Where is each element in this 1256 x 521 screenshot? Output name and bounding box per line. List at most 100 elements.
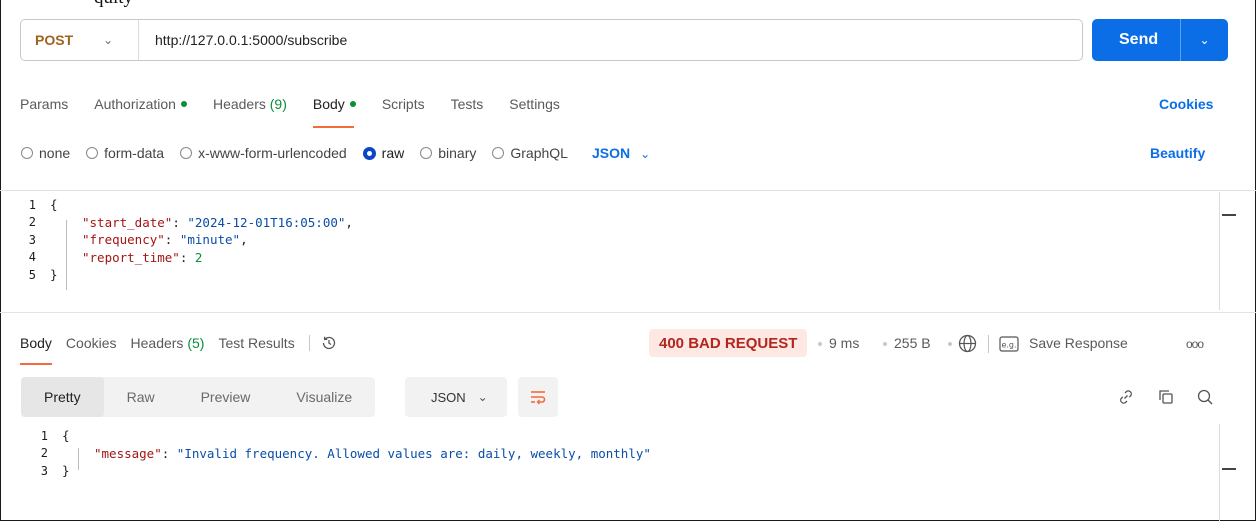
tab-settings[interactable]: Settings [509, 96, 560, 120]
method-label: POST [35, 32, 74, 48]
tab-response-body[interactable]: Body [20, 335, 52, 365]
svg-text:e.g.: e.g. [1001, 341, 1016, 350]
view-preview[interactable]: Preview [178, 377, 274, 417]
indent-guide [78, 448, 79, 470]
radio-x-www-form-urlencoded[interactable]: x-www-form-urlencoded [180, 145, 347, 161]
copy-icon[interactable] [1157, 388, 1175, 406]
radio-raw[interactable]: raw [362, 145, 404, 161]
url-bar: POST ⌄ http://127.0.0.1:5000/subscribe [20, 19, 1083, 61]
send-button[interactable]: Send ⌄ [1092, 19, 1228, 61]
chevron-down-icon: ⌄ [477, 390, 488, 404]
tab-scripts[interactable]: Scripts [382, 96, 425, 120]
json-key: "report_time" [82, 249, 180, 265]
globe-icon[interactable] [958, 334, 977, 353]
body-type-selector: none form-data x-www-form-urlencoded raw… [21, 145, 650, 161]
tab-tests[interactable]: Tests [451, 96, 484, 120]
json-sep: : [172, 214, 188, 230]
tab-test-results[interactable]: Test Results [218, 335, 294, 351]
radio-icon [492, 147, 505, 159]
json-value: "Invalid frequency. Allowed values are: … [176, 445, 651, 461]
radio-graphql[interactable]: GraphQL [492, 145, 568, 161]
view-visualize[interactable]: Visualize [273, 377, 375, 417]
tab-authorization[interactable]: Authorization [94, 96, 187, 120]
radio-icon [420, 147, 433, 159]
json-number: 2 [194, 249, 203, 265]
json-tail: , [240, 232, 248, 248]
tab-body[interactable]: Body [312, 96, 356, 128]
response-format-select[interactable]: JSON ⌄ [405, 377, 507, 417]
code-line: 1{ [32, 427, 651, 445]
divider [0, 312, 1256, 313]
response-size[interactable]: 255 B [894, 335, 931, 351]
more-options-icon[interactable]: ooo [1186, 337, 1204, 351]
code-line: 4 "report_time": 2 [20, 249, 353, 267]
method-select[interactable]: POST ⌄ [21, 20, 139, 60]
response-body-viewer[interactable]: 1{ 2 "message": "Invalid frequency. Allow… [32, 427, 651, 480]
radio-selected-icon [362, 146, 376, 160]
tab-label: Params [20, 96, 69, 112]
status-dot-icon [349, 101, 356, 107]
search-icon[interactable] [1196, 388, 1214, 406]
divider [0, 190, 1256, 191]
tab-response-headers[interactable]: Headers (5) [131, 335, 205, 351]
radio-label: x-www-form-urlencoded [198, 145, 347, 161]
response-time[interactable]: 9 ms [829, 335, 859, 351]
view-pretty[interactable]: Pretty [21, 377, 104, 417]
scroll-marker [1222, 214, 1236, 216]
meta-separator [883, 342, 887, 346]
tab-headers[interactable]: Headers (9) [213, 96, 287, 120]
code-line: 3} [32, 462, 651, 480]
language-label: JSON [591, 145, 631, 161]
tab-params[interactable]: Params [20, 96, 68, 120]
radio-label: none [39, 145, 71, 161]
request-body-editor[interactable]: 1{ 2 "start_date": "2024-12-01T16:05:00",… [20, 196, 353, 284]
json-sep: : [164, 232, 180, 248]
code-text: { [50, 197, 58, 213]
code-line: 1{ [20, 196, 353, 214]
url-input[interactable]: http://127.0.0.1:5000/subscribe [139, 32, 347, 48]
response-tabs: Body Cookies Headers (5) Test Results [20, 334, 338, 365]
code-line: 5} [20, 266, 353, 284]
tab-label: Headers [130, 335, 184, 351]
headers-count: (9) [269, 96, 287, 112]
separator [988, 335, 989, 353]
radio-binary[interactable]: binary [420, 145, 476, 161]
chevron-down-icon[interactable]: ⌄ [1181, 33, 1228, 47]
line-number: 1 [28, 197, 36, 212]
line-number: 4 [28, 250, 36, 265]
radio-form-data[interactable]: form-data [86, 145, 164, 161]
status-badge[interactable]: 400 BAD REQUEST [649, 329, 808, 357]
send-label: Send [1119, 31, 1159, 48]
tab-label: Authorization [94, 96, 176, 112]
language-select[interactable]: JSON ⌄ [592, 145, 650, 161]
scroll-marker [1222, 468, 1236, 470]
meta-separator [948, 342, 952, 346]
code-line: 2 "message": "Invalid frequency. Allowed … [32, 445, 651, 463]
history-icon[interactable] [320, 334, 338, 352]
response-scrollbar[interactable] [1219, 424, 1220, 521]
save-response-button[interactable]: Save Response [1029, 335, 1128, 351]
json-value: "2024-12-01T16:05:00" [187, 214, 346, 230]
tab-label: Settings [509, 96, 560, 112]
request-tabs: Params Authorization Headers (9) Body Sc… [20, 96, 586, 128]
view-raw[interactable]: Raw [104, 377, 178, 417]
wrap-lines-button[interactable] [518, 377, 558, 417]
beautify-button[interactable]: Beautify [1150, 145, 1205, 161]
example-icon: e.g. [999, 336, 1019, 352]
radio-label: form-data [104, 145, 165, 161]
chevron-down-icon: ⌄ [640, 147, 651, 161]
radio-none[interactable]: none [21, 145, 70, 161]
code-text: { [62, 428, 70, 444]
link-icon[interactable] [1117, 388, 1135, 406]
cookies-link[interactable]: Cookies [1159, 96, 1213, 112]
tab-label: Body [312, 96, 345, 112]
tab-label: Tests [450, 96, 484, 112]
status-dot-icon [180, 101, 187, 107]
tab-response-cookies[interactable]: Cookies [66, 335, 117, 351]
code-line: 2 "start_date": "2024-12-01T16:05:00", [20, 214, 353, 232]
json-sep: : [179, 249, 195, 265]
editor-scrollbar[interactable] [1219, 192, 1220, 310]
code-line: 3 "frequency": "minute", [20, 231, 353, 249]
headers-count: (5) [187, 335, 205, 351]
json-key: "message" [94, 445, 162, 461]
